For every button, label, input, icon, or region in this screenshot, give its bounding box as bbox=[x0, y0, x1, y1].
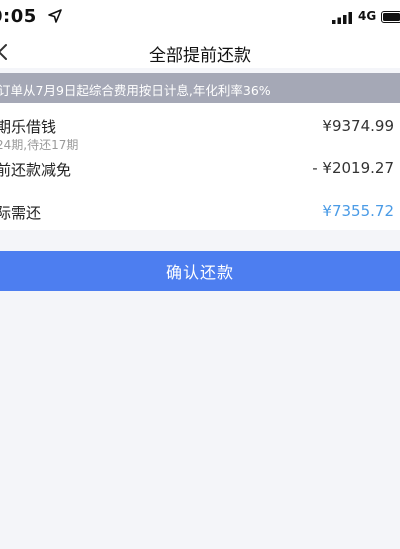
repayment-summary: 期乐借钱 24期,待还17期 ¥9374.99 前还款减免 - ¥2019.27… bbox=[0, 103, 400, 230]
battery-icon bbox=[381, 11, 400, 23]
page-title: 全部提前还款 bbox=[149, 46, 251, 66]
early-repay-discount-label: 前还款减免 bbox=[0, 161, 72, 179]
loan-amount: ¥9374.99 bbox=[322, 117, 394, 135]
status-time: 0:05 bbox=[0, 6, 37, 27]
page: 0:05 4G 全部提前还款 订单从7月9日起综合费用按日计息,年化利率36% … bbox=[0, 0, 400, 549]
confirm-repay-button[interactable]: 确认还款 bbox=[0, 251, 400, 291]
notice-text: 订单从7月9日起综合费用按日计息,年化利率36% bbox=[0, 83, 271, 98]
location-arrow-icon bbox=[48, 9, 62, 23]
signal-icon bbox=[332, 12, 352, 24]
nav-bar: 全部提前还款 bbox=[0, 36, 400, 68]
status-bar: 0:05 4G bbox=[0, 0, 400, 36]
actual-payment-amount: ¥7355.72 bbox=[322, 202, 394, 220]
notice-banner: 订单从7月9日起综合费用按日计息,年化利率36% bbox=[0, 73, 400, 103]
early-repay-discount-amount: - ¥2019.27 bbox=[312, 159, 394, 177]
actual-payment-label: 际需还 bbox=[0, 204, 42, 222]
loan-installments: 24期,待还17期 bbox=[0, 138, 79, 152]
loan-name: 期乐借钱 bbox=[0, 118, 57, 136]
network-type: 4G bbox=[358, 9, 377, 23]
